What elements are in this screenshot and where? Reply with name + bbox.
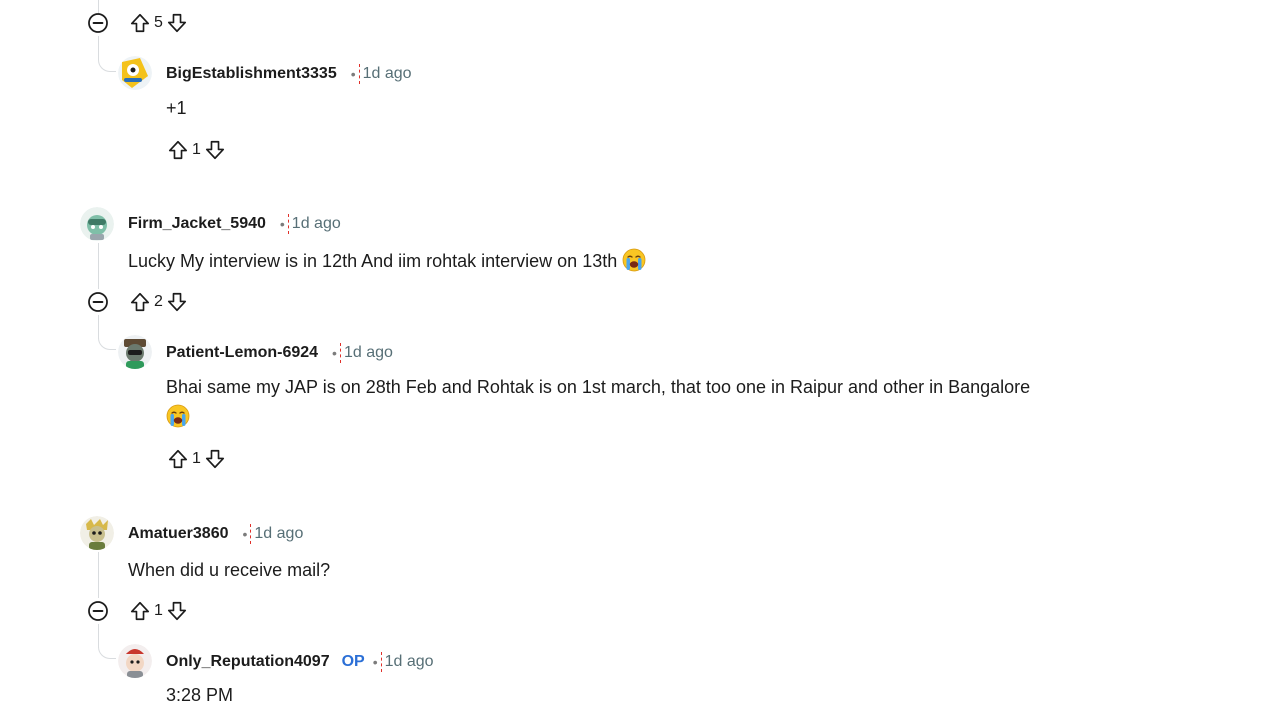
thread-line	[98, 36, 99, 60]
username-link[interactable]: Only_Reputation4097	[166, 653, 330, 671]
avatar[interactable]	[80, 516, 114, 550]
avatar[interactable]	[80, 207, 114, 241]
comment-meta: Amatuer3860 • 1d ago	[128, 523, 303, 545]
upvote-button[interactable]	[128, 11, 152, 35]
comment-body: +1	[166, 98, 187, 118]
downvote-button[interactable]	[165, 599, 189, 623]
vote-score: 1	[154, 602, 163, 619]
comment-body: Lucky My interview is in 12th And iim ro…	[128, 246, 646, 276]
text-caret	[380, 652, 382, 672]
separator-dot: •	[372, 654, 378, 670]
loudly-crying-face-icon	[622, 248, 646, 272]
thread-line	[98, 243, 99, 289]
comment-actions: 1	[166, 137, 227, 163]
upvote-button[interactable]	[166, 138, 190, 162]
text-caret	[358, 64, 360, 84]
comment-meta: BigEstablishment3335 • 1d ago	[166, 63, 412, 85]
timestamp[interactable]: 1d ago	[292, 215, 341, 233]
reply-connector	[98, 645, 116, 659]
reply-connector	[98, 58, 116, 72]
collapse-button[interactable]	[87, 12, 109, 34]
avatar[interactable]	[118, 56, 152, 90]
downvote-button[interactable]	[203, 447, 227, 471]
username-link[interactable]: BigEstablishment3335	[166, 65, 337, 83]
downvote-button[interactable]	[203, 138, 227, 162]
separator-dot: •	[279, 216, 285, 232]
snoo-avatar-olive-icon	[80, 516, 114, 550]
avatar[interactable]	[118, 335, 152, 369]
snoo-avatar-red-icon	[118, 644, 152, 678]
downvote-icon	[166, 600, 188, 622]
snoo-avatar-yellow-icon	[118, 56, 152, 90]
vote-score: 2	[154, 293, 163, 310]
collapse-button[interactable]	[87, 600, 109, 622]
downvote-icon	[204, 139, 226, 161]
collapse-icon	[87, 291, 109, 313]
op-badge: OP	[341, 653, 365, 670]
separator-dot: •	[350, 66, 356, 82]
timestamp[interactable]: 1d ago	[254, 525, 303, 543]
comment-actions: 1	[128, 598, 189, 624]
reply-connector	[98, 336, 116, 350]
timestamp[interactable]: 1d ago	[385, 653, 434, 671]
collapse-button[interactable]	[87, 291, 109, 313]
text-caret	[250, 524, 252, 544]
timestamp[interactable]: 1d ago	[363, 65, 412, 83]
comment-actions: 5	[128, 10, 189, 36]
upvote-button[interactable]	[128, 599, 152, 623]
comment-body: Bhai same my JAP is on 28th Feb and Roht…	[166, 372, 1206, 432]
comment-meta: Patient-Lemon-6924 • 1d ago	[166, 342, 393, 364]
comment-actions: 1	[166, 446, 227, 472]
downvote-icon	[204, 448, 226, 470]
downvote-icon	[166, 291, 188, 313]
comment-meta: Firm_Jacket_5940 • 1d ago	[128, 213, 341, 235]
upvote-icon	[129, 600, 151, 622]
text-caret	[287, 214, 289, 234]
text-caret	[339, 343, 341, 363]
downvote-icon	[166, 12, 188, 34]
comment-body: 3:28 PM	[166, 685, 234, 705]
username-link[interactable]: Patient-Lemon-6924	[166, 344, 318, 362]
collapse-icon	[87, 600, 109, 622]
snoo-avatar-teal-icon	[80, 207, 114, 241]
upvote-icon	[167, 139, 189, 161]
username-link[interactable]: Firm_Jacket_5940	[128, 215, 266, 233]
comment-meta: Only_Reputation4097 OP • 1d ago	[166, 651, 434, 673]
timestamp[interactable]: 1d ago	[344, 344, 393, 362]
vote-score: 1	[192, 141, 201, 158]
collapse-icon	[87, 12, 109, 34]
comment-text: Lucky My interview is in 12th And iim ro…	[128, 251, 618, 271]
comment-body: When did u receive mail?	[128, 560, 331, 580]
avatar[interactable]	[118, 644, 152, 678]
upvote-icon	[129, 12, 151, 34]
upvote-button[interactable]	[166, 447, 190, 471]
snoo-avatar-dark-icon	[118, 335, 152, 369]
upvote-button[interactable]	[128, 290, 152, 314]
loudly-crying-face-icon	[166, 404, 190, 428]
vote-score: 1	[192, 450, 201, 467]
downvote-button[interactable]	[165, 290, 189, 314]
upvote-icon	[167, 448, 189, 470]
separator-dot: •	[242, 526, 248, 542]
thread-line	[98, 552, 99, 598]
comment-actions: 2	[128, 289, 189, 315]
comment-text: Bhai same my JAP is on 28th Feb and Roht…	[166, 377, 1031, 397]
username-link[interactable]: Amatuer3860	[128, 525, 229, 543]
separator-dot: •	[332, 345, 337, 361]
downvote-button[interactable]	[165, 11, 189, 35]
upvote-icon	[129, 291, 151, 313]
vote-score: 5	[154, 14, 163, 31]
